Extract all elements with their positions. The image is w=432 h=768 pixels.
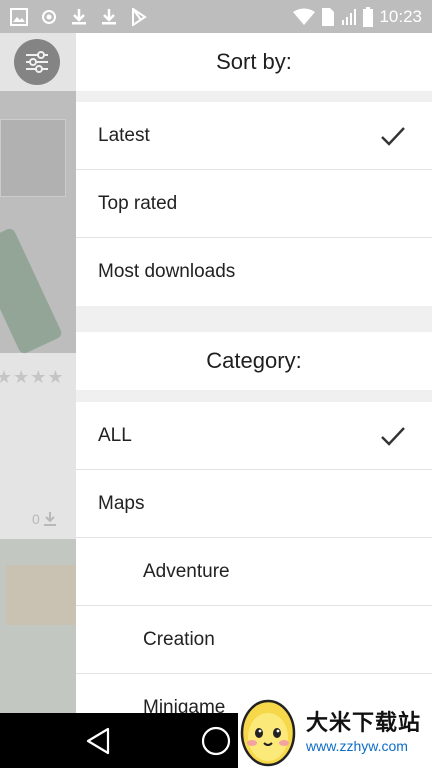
clock: 10:23 [379,7,422,26]
category-option-label: Maps [98,492,145,514]
image-icon [10,8,28,26]
checkmark-icon [381,126,405,146]
system-icons: 10:23 [293,6,422,28]
category-option-label: ALL [98,424,132,446]
home-icon[interactable] [201,726,231,756]
sort-option-latest[interactable]: Latest [76,102,432,170]
download-icon [72,9,86,25]
category-option-adventure[interactable]: Adventure [76,538,432,606]
category-option-label: Creation [143,628,215,650]
sort-title: Sort by: [216,49,292,74]
section-divider [76,390,432,402]
category-title: Category: [76,332,432,390]
sort-option-top-rated[interactable]: Top rated [76,170,432,238]
sort-option-label: Most downloads [98,261,236,282]
scrim[interactable] [0,33,76,713]
checkmark-icon [381,426,405,446]
status-bar: 10:23 [0,0,432,33]
back-icon[interactable] [84,727,112,755]
category-option-maps[interactable]: Maps [76,470,432,538]
sim-icon [322,8,335,26]
watermark-title: 大米下载站 [306,710,422,735]
category-option-all[interactable]: ALL [76,402,432,470]
egg-mascot-logo [240,699,296,767]
sort-option-most-downloads[interactable]: Most downloads [76,238,432,306]
category-option-label: Minigame [143,697,226,713]
sort-option-label: Top rated [98,192,178,214]
category-option-creation[interactable]: Creation [76,606,432,674]
download-icon [102,9,116,25]
category-option-label: Adventure [143,560,230,582]
watermark-url: www.zzhyw.com [306,738,408,754]
filter-drawer: Sort by: Latest Top rated Most downloads… [76,33,432,713]
section-divider [76,306,432,332]
section-divider [76,91,432,102]
play-store-icon [132,8,147,26]
signal-icon [342,9,357,25]
watermark: 大米下载站 www.zzhyw.com [238,693,432,768]
sync-icon [42,10,56,24]
notification-icons [10,7,148,27]
wifi-icon [293,8,316,25]
battery-icon [363,7,374,27]
sort-option-label: Latest [98,124,150,146]
